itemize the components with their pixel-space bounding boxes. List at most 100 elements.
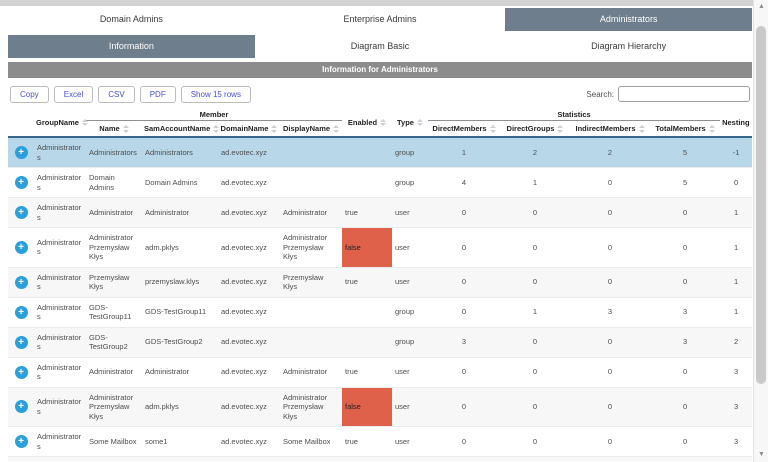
cell-indirect_members: 0 (570, 168, 650, 198)
cell-direct_groups: 0 (500, 457, 570, 462)
excel-button[interactable]: Excel (54, 86, 94, 103)
cell-direct_groups: 0 (500, 357, 570, 387)
col-samaccountname[interactable]: SamAccountName (142, 121, 218, 138)
cell-sam: Domain Admins (142, 168, 218, 198)
table-row[interactable]: +AdministratorsAdministrator Przemysław … (8, 228, 752, 268)
cell-group: Administrators (34, 168, 86, 198)
cell-total_members: 3 (650, 297, 720, 327)
pdf-button[interactable]: PDF (140, 86, 176, 103)
cell-domain: ad.evotec.xyz (218, 297, 280, 327)
sort-icon (213, 125, 219, 133)
col-domainname[interactable]: DomainName (218, 121, 280, 138)
expand-row-button[interactable]: + (15, 400, 28, 413)
cell-type: group (392, 297, 428, 327)
tab-enterprise-admins[interactable]: Enterprise Admins (257, 8, 504, 31)
col-totalmembers[interactable]: TotalMembers (650, 121, 720, 138)
scroll-down-icon[interactable]: ▼ (754, 448, 768, 462)
expand-row-button[interactable]: + (15, 435, 28, 448)
col-type[interactable]: Type (392, 108, 428, 137)
expand-row-button[interactable]: + (15, 306, 28, 319)
table-row[interactable]: +AdministratorsSome Mailboxsome1ad.evote… (8, 427, 752, 457)
col-directgroups[interactable]: DirectGroups (500, 121, 570, 138)
sort-icon (557, 125, 563, 133)
cell-group: Administrators (34, 357, 86, 387)
cell-nesting: 1 (720, 198, 752, 228)
cell-domain: ad.evotec.xyz (218, 327, 280, 357)
copy-button[interactable]: Copy (10, 86, 49, 103)
cell-type: user (392, 198, 428, 228)
cell-domain: ad.evotec.xyz (218, 357, 280, 387)
cell-nesting: 1 (720, 228, 752, 268)
show-rows-button[interactable]: Show 15 rows (181, 86, 251, 103)
cell-indirect_members: 3 (570, 297, 650, 327)
cell-nesting: 3 (720, 357, 752, 387)
table-row[interactable]: +AdministratorsAdministrator Przemysław … (8, 387, 752, 427)
table-row[interactable]: +AdministratorsTemporary Admin 1Temporar… (8, 457, 752, 462)
tab-diagram-basic[interactable]: Diagram Basic (257, 35, 504, 58)
col-directmembers[interactable]: DirectMembers (428, 121, 500, 138)
col-name[interactable]: Name (86, 121, 142, 138)
table-row[interactable]: +AdministratorsAdministratorsAdministrat… (8, 137, 752, 168)
cell-sam: Administrator (142, 357, 218, 387)
cell-nesting: -1 (720, 137, 752, 168)
cell-enabled: true (342, 357, 392, 387)
expand-cell: + (8, 427, 34, 457)
col-enabled[interactable]: Enabled (342, 108, 392, 137)
cell-nesting: 1 (720, 297, 752, 327)
table-row[interactable]: +AdministratorsGDS-TestGroup11GDS-TestGr… (8, 297, 752, 327)
csv-button[interactable]: CSV (98, 86, 134, 103)
table-row[interactable]: +AdministratorsDomain AdminsDomain Admin… (8, 168, 752, 198)
tab-diagram-hierarchy[interactable]: Diagram Hierarchy (505, 35, 752, 58)
cell-total_members: 5 (650, 137, 720, 168)
expand-row-button[interactable]: + (15, 241, 28, 254)
cell-direct_groups: 0 (500, 387, 570, 427)
scroll-up-icon[interactable]: ▲ (754, 0, 768, 14)
cell-display (280, 168, 342, 198)
col-nesting[interactable]: Nesting (720, 108, 752, 137)
cell-sam: przemyslaw.klys (142, 267, 218, 297)
table-body: +AdministratorsAdministratorsAdministrat… (8, 137, 752, 462)
expand-row-button[interactable]: + (15, 146, 28, 159)
col-displayname[interactable]: DisplayName (280, 121, 342, 138)
expand-row-button[interactable]: + (15, 276, 28, 289)
expand-row-button[interactable]: + (15, 366, 28, 379)
cell-direct_groups: 0 (500, 228, 570, 268)
cell-group: Administrators (34, 427, 86, 457)
expand-cell: + (8, 267, 34, 297)
tab-administrators[interactable]: Administrators (505, 8, 752, 31)
expand-cell: + (8, 357, 34, 387)
cell-sam: adm.pklys (142, 228, 218, 268)
search-input[interactable] (618, 86, 750, 102)
expand-row-button[interactable]: + (15, 336, 28, 349)
vertical-scrollbar[interactable]: ▲ ▼ (753, 0, 768, 462)
cell-indirect_members: 2 (570, 137, 650, 168)
cell-indirect_members: 0 (570, 357, 650, 387)
expand-cell: + (8, 228, 34, 268)
cell-type: user (392, 387, 428, 427)
cell-enabled: true (342, 198, 392, 228)
table-toolbar: Copy Excel CSV PDF Show 15 rows Search: (10, 85, 750, 103)
cell-indirect_members: 0 (570, 427, 650, 457)
tab-information[interactable]: Information (8, 35, 255, 58)
col-groupname[interactable]: GroupName (34, 108, 86, 137)
expand-row-button[interactable]: + (15, 206, 28, 219)
cell-display (280, 327, 342, 357)
expand-row-button[interactable]: + (15, 176, 28, 189)
cell-name: Administrator (86, 357, 142, 387)
cell-type: group (392, 168, 428, 198)
table-row[interactable]: +AdministratorsAdministratorAdministrato… (8, 198, 752, 228)
scrollbar-thumb[interactable] (756, 26, 766, 384)
col-indirectmembers[interactable]: IndirectMembers (570, 121, 650, 138)
cell-enabled (342, 327, 392, 357)
cell-direct_groups: 2 (500, 137, 570, 168)
table-row[interactable]: +AdministratorsGDS-TestGroup2GDS-TestGro… (8, 327, 752, 357)
tab-domain-admins[interactable]: Domain Admins (8, 8, 255, 31)
cell-direct_members: 0 (428, 387, 500, 427)
table-row[interactable]: +AdministratorsPrzemysław Kłysprzemyslaw… (8, 267, 752, 297)
cell-group: Administrators (34, 228, 86, 268)
table-row[interactable]: +AdministratorsAdministratorAdministrato… (8, 357, 752, 387)
cell-name: Administrator (86, 198, 142, 228)
cell-nesting: 3 (720, 387, 752, 427)
cell-sam: Administrators (142, 137, 218, 168)
cell-total_members: 0 (650, 387, 720, 427)
